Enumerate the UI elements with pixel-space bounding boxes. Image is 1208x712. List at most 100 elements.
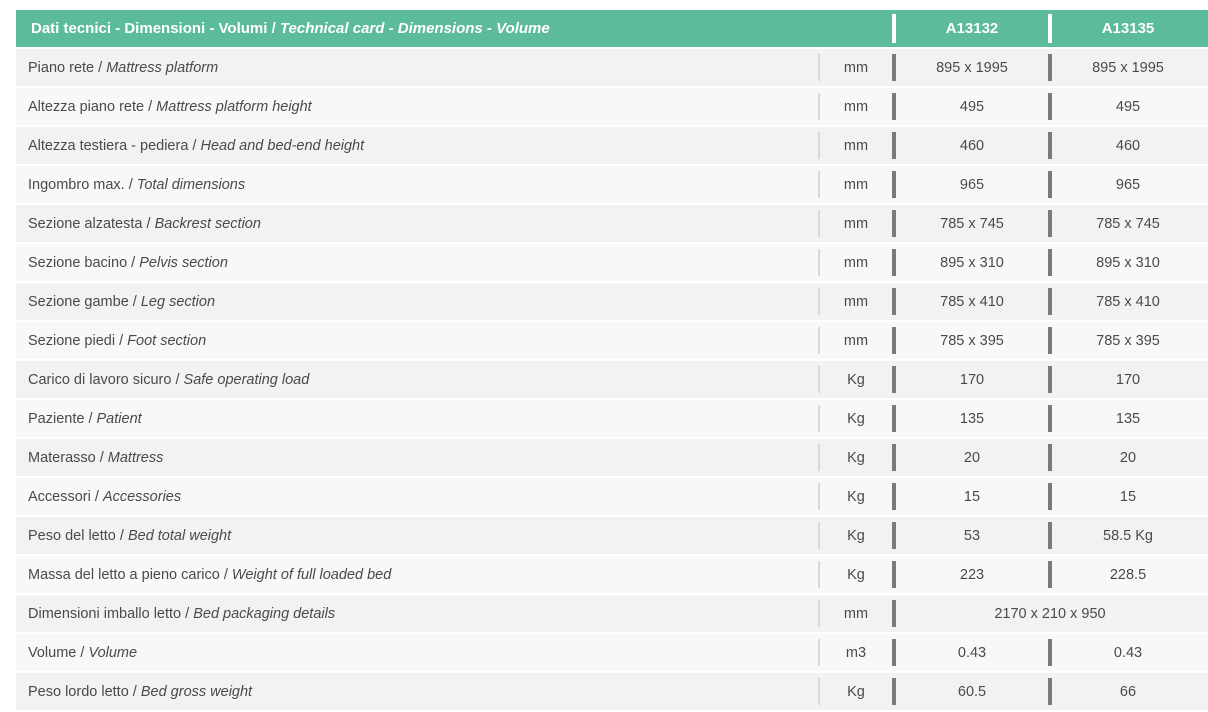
value-a13132: 895 x 310 [940, 254, 1004, 271]
row-label: Altezza testiera - pediera / Head and be… [16, 138, 818, 154]
table-row: Massa del letto a pieno carico / Weight … [16, 556, 1208, 593]
unit-cell: mm [843, 137, 869, 154]
label-italian: Accessori / [28, 488, 103, 505]
row-label: Peso lordo letto / Bed gross weight [16, 684, 818, 700]
row-label: Sezione bacino / Pelvis section [16, 255, 818, 271]
label-english: Safe operating load [183, 371, 310, 388]
label-italian: Carico di lavoro sicuro / [28, 371, 184, 388]
table-row: Paziente / Patient Kg 135 135 [16, 400, 1208, 437]
row-label: Carico di lavoro sicuro / Safe operating… [16, 372, 818, 388]
table-row: Peso lordo letto / Bed gross weight Kg 60.… [16, 673, 1208, 710]
table-row: Peso del letto / Bed total weight Kg 53 58.… [16, 517, 1208, 554]
value-a13135: 785 x 410 [1096, 293, 1160, 310]
table-row: Altezza testiera - pediera / Head and be… [16, 127, 1208, 164]
table-row: Piano rete / Mattress platform mm 895 x 19… [16, 49, 1208, 86]
value-a13135: 15 [1119, 488, 1137, 505]
row-label: Paziente / Patient [16, 411, 818, 427]
table-row: Sezione bacino / Pelvis section mm 895 x 3… [16, 244, 1208, 281]
value-a13135: 460 [1115, 137, 1141, 154]
table-title: Dati tecnici - Dimensioni - Volumi / Tec… [16, 20, 818, 37]
value-a13132: 785 x 745 [940, 215, 1004, 232]
unit-cell: mm [843, 293, 869, 310]
value-a13132: 60.5 [957, 683, 987, 700]
unit-cell: Kg [847, 566, 865, 583]
label-italian: Sezione gambe / [28, 293, 141, 310]
value-a13135: 135 [1115, 410, 1141, 427]
unit-cell: Kg [847, 488, 865, 505]
value-a13135: 20 [1119, 449, 1137, 466]
value-a13132: 785 x 410 [940, 293, 1004, 310]
row-label: Volume / Volume [16, 645, 818, 661]
value-a13132: 0.43 [957, 644, 987, 661]
unit-cell: mm [843, 605, 869, 622]
technical-card-table: Dati tecnici - Dimensioni - Volumi / Tec… [16, 10, 1208, 712]
table-row: Sezione piedi / Foot section mm 785 x 395 7… [16, 322, 1208, 359]
value-a13135: 0.43 [1113, 644, 1143, 661]
label-english: Total dimensions [136, 176, 246, 193]
value-a13132: 53 [963, 527, 981, 544]
unit-cell: mm [843, 59, 869, 76]
label-italian: Sezione bacino / [28, 254, 140, 271]
row-label: Altezza piano rete / Mattress platform h… [16, 99, 818, 115]
label-italian: Piano rete / [28, 59, 107, 76]
label-english: Backrest section [154, 215, 261, 232]
value-a13135: 228.5 [1109, 566, 1147, 583]
title-italian: Dati tecnici - Dimensioni - Volumi / [31, 20, 280, 37]
label-english: Pelvis section [139, 254, 228, 271]
label-english: Weight of full loaded bed [231, 566, 392, 583]
unit-cell: Kg [847, 527, 865, 544]
label-english: Volume [88, 644, 138, 661]
row-label: Sezione piedi / Foot section [16, 333, 818, 349]
label-italian: Sezione piedi / [28, 332, 128, 349]
unit-cell: mm [843, 215, 869, 232]
label-english: Foot section [127, 332, 207, 349]
table-header: Dati tecnici - Dimensioni - Volumi / Tec… [16, 10, 1208, 47]
value-a13135: 965 [1115, 176, 1141, 193]
unit-cell: Kg [847, 449, 865, 466]
value-a13135: 785 x 745 [1096, 215, 1160, 232]
value-a13132: 15 [963, 488, 981, 505]
title-english: Technical card - Dimensions - Volume [279, 20, 550, 37]
table-row: Accessori / Accessories Kg 15 15 [16, 478, 1208, 515]
label-english: Bed total weight [127, 527, 232, 544]
label-english: Mattress platform [106, 59, 219, 76]
value-a13135: 495 [1115, 98, 1141, 115]
row-label: Massa del letto a pieno carico / Weight … [16, 567, 818, 583]
value-a13135: 66 [1119, 683, 1137, 700]
table-row: Ingombro max. / Total dimensions mm 965 965 [16, 166, 1208, 203]
value-a13135: 895 x 310 [1096, 254, 1160, 271]
row-label: Materasso / Mattress [16, 450, 818, 466]
table-row: Dimensioni imballo letto / Bed packaging… [16, 595, 1208, 632]
row-label: Piano rete / Mattress platform [16, 60, 818, 76]
value-a13132: 20 [963, 449, 981, 466]
value-a13132: 495 [959, 98, 985, 115]
label-english: Mattress [107, 449, 164, 466]
value-a13132: 785 x 395 [940, 332, 1004, 349]
table-row: Sezione alzatesta / Backrest section mm 78… [16, 205, 1208, 242]
unit-cell: mm [843, 98, 869, 115]
value-a13132: 965 [959, 176, 985, 193]
label-italian: Peso lordo letto / [28, 683, 141, 700]
label-english: Head and bed-end height [200, 137, 365, 154]
value-a13135: 58.5 Kg [1103, 527, 1153, 544]
label-english: Bed gross weight [140, 683, 253, 700]
label-english: Bed packaging details [193, 605, 336, 622]
label-english: Accessories [102, 488, 182, 505]
header-divider [818, 15, 820, 42]
label-italian: Ingombro max. / [28, 176, 137, 193]
label-italian: Dimensioni imballo letto / [28, 605, 194, 622]
row-label: Ingombro max. / Total dimensions [16, 177, 818, 193]
label-italian: Materasso / [28, 449, 108, 466]
value-a13132: 223 [959, 566, 985, 583]
value-a13132: 895 x 1995 [936, 59, 1008, 76]
row-label: Sezione alzatesta / Backrest section [16, 216, 818, 232]
row-label: Dimensioni imballo letto / Bed packaging… [16, 606, 818, 622]
label-english: Mattress platform height [156, 98, 312, 115]
unit-cell: Kg [847, 683, 865, 700]
value-a13132: 460 [959, 137, 985, 154]
unit-cell: mm [843, 176, 869, 193]
unit-cell: mm [843, 254, 869, 271]
value-a13135: 785 x 395 [1096, 332, 1160, 349]
label-english: Patient [96, 410, 142, 427]
label-italian: Sezione alzatesta / [28, 215, 155, 232]
